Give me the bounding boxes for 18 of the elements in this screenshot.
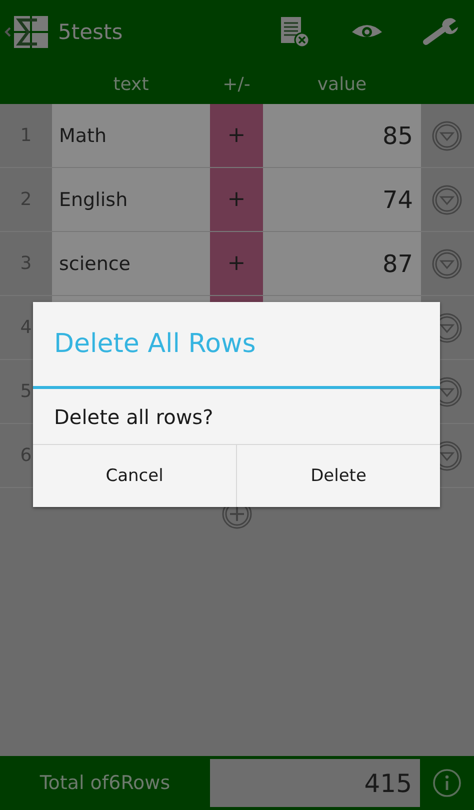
column-header: +/- — [222, 74, 252, 94]
value-cell[interactable]: 74 — [263, 168, 421, 231]
dialog-title: Delete All Rows — [33, 302, 440, 389]
total-value: 415 — [210, 759, 420, 807]
column-header: value — [316, 74, 368, 94]
dialog-message: Delete all rows? — [33, 389, 440, 445]
value-cell[interactable]: 87 — [263, 232, 421, 295]
info-icon[interactable] — [432, 768, 462, 798]
value-cell[interactable]: 85 — [263, 104, 421, 167]
text-cell[interactable]: English — [52, 168, 210, 231]
dialog-button[interactable]: Cancel — [33, 445, 236, 507]
text-cell[interactable]: Math — [52, 104, 210, 167]
dialog-button[interactable]: Delete — [236, 445, 440, 507]
column-header: text — [112, 74, 150, 94]
total-label: Total of6Rows — [38, 772, 172, 794]
app-title: 5tests — [58, 20, 123, 44]
settings-icon[interactable] — [422, 17, 460, 47]
text-cell[interactable]: science — [52, 232, 210, 295]
